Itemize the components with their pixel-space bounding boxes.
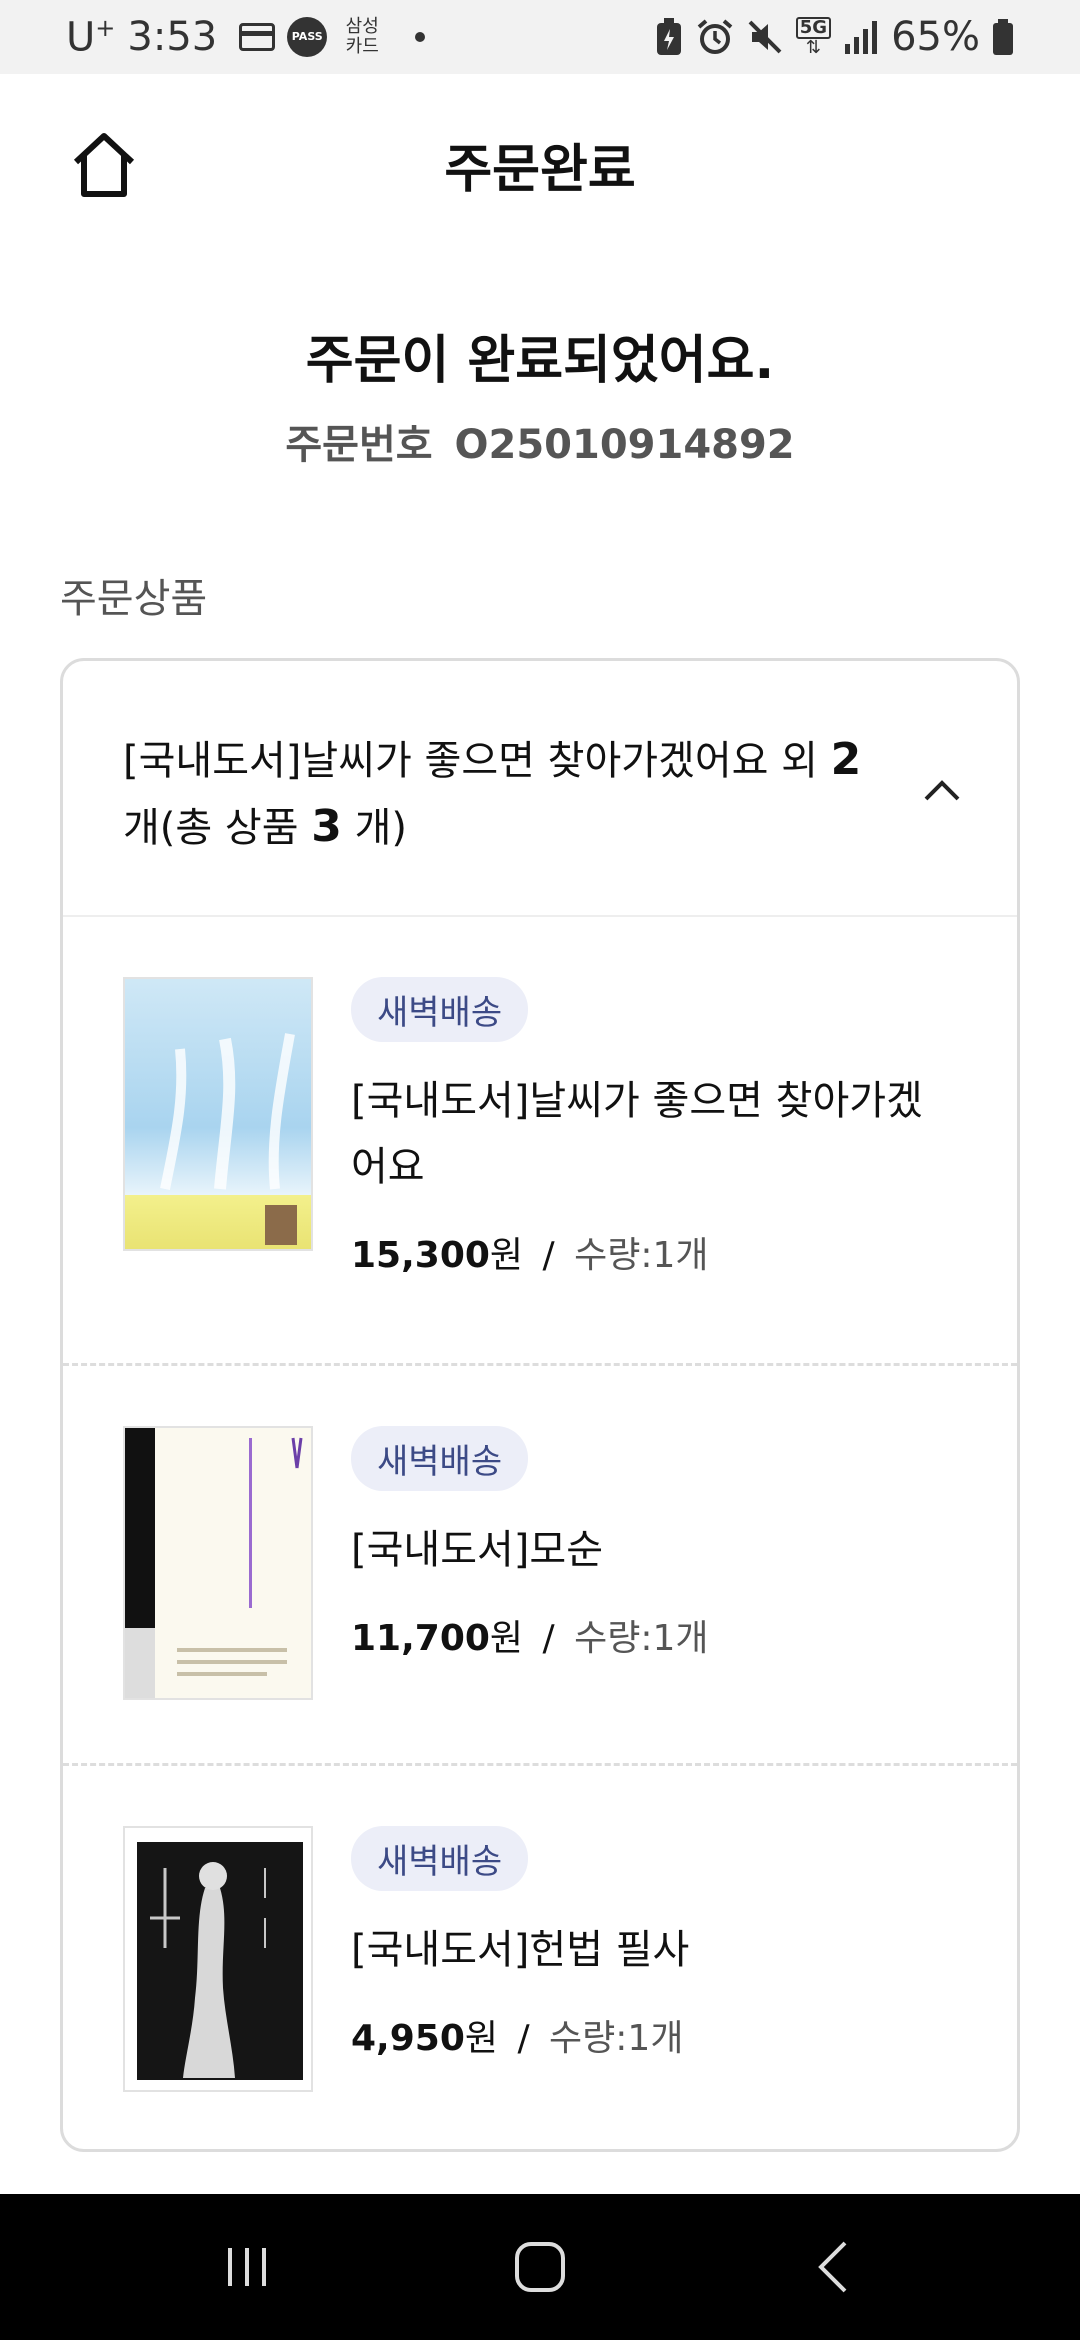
completion-message: 주문이 완료되었어요. (305, 331, 775, 391)
status-left: U+ 3:53 PASS 삼성 카드 (66, 13, 426, 60)
list-item[interactable]: 새벽배송 [국내도서]모순 11,700원 / 수량:1개 (63, 1363, 1017, 1763)
page-title: 주문완료 (444, 139, 636, 200)
home-icon (73, 133, 135, 197)
delivery-badge: 새벽배송 (351, 1826, 529, 1891)
carrier-label: U+ (66, 14, 115, 60)
ordered-items-label: 주문상품 (60, 576, 208, 622)
item-price-row: 11,700원 / 수량:1개 (351, 1609, 941, 1661)
price-separator: / (542, 1618, 555, 1659)
item-title[interactable]: [국내도서]헌법 필사 (351, 1917, 941, 1983)
cover-art (160, 1033, 297, 1245)
notification-dot-icon (415, 31, 426, 42)
recent-apps-button[interactable] (202, 2222, 292, 2312)
app-header: 주문완료 (0, 74, 1080, 254)
item-title[interactable]: [국내도서]날씨가 좋으면 찾아가겠어요 (351, 1068, 941, 1200)
battery-saver-icon (656, 18, 681, 55)
home-button[interactable] (64, 124, 144, 204)
item-price: 4,950 (351, 2018, 465, 2059)
samsung-card-icon: 삼성 카드 (339, 15, 385, 57)
back-button[interactable] (788, 2222, 878, 2312)
nav-home-button[interactable] (495, 2222, 585, 2312)
recent-apps-icon (227, 2248, 266, 2286)
order-number-label: 주문번호 (285, 422, 433, 468)
book-cover-image (123, 1826, 313, 2092)
card-icon (239, 22, 276, 51)
item-quantity: 수량:1개 (574, 1618, 709, 1659)
network-5g-icon: 5G ⇅ (795, 17, 832, 57)
item-price: 15,300 (351, 1235, 490, 1276)
signal-icon (845, 21, 878, 54)
delivery-badge: 새벽배송 (351, 1426, 529, 1491)
pass-icon: PASS (287, 16, 328, 57)
summary-middle: 개(총 상품 (123, 805, 312, 851)
item-quantity: 수량:1개 (549, 2018, 684, 2059)
summary-total-count: 3 (311, 801, 342, 852)
samsung-card-line2: 카드 (345, 35, 379, 57)
list-item[interactable]: 새벽배송 [국내도서]날씨가 좋으면 찾아가겠어요 15,300원 / 수량:1… (63, 917, 1017, 1363)
list-item[interactable]: 새벽배송 [국내도서]헌법 필사 4,950원 / 수량:1개 (63, 1763, 1017, 2149)
battery-percent: 65% (891, 14, 980, 60)
alarm-icon (697, 19, 733, 54)
summary-extra-count: 2 (830, 734, 862, 785)
price-separator: / (517, 2018, 530, 2059)
item-price-row: 15,300원 / 수량:1개 (351, 1226, 941, 1278)
item-title[interactable]: [국내도서]모순 (351, 1517, 941, 1583)
item-price-row: 4,950원 / 수량:1개 (351, 2009, 941, 2061)
back-icon (818, 2241, 847, 2293)
delivery-badge: 새벽배송 (351, 977, 529, 1042)
order-number-value: O25010914892 (454, 422, 795, 468)
item-quantity: 수량:1개 (574, 1235, 709, 1276)
summary-prefix: [국내도서]날씨가 좋으면 찾아가겠어요 외 (123, 738, 831, 784)
cover-art (137, 1842, 303, 2080)
item-info: 새벽배송 [국내도서]날씨가 좋으면 찾아가겠어요 15,300원 / 수량:1… (351, 977, 941, 1363)
order-number-row: 주문번호 O25010914892 (0, 412, 1080, 470)
mute-icon (748, 20, 782, 54)
item-currency: 원 (489, 1618, 524, 1659)
summary-suffix: 개) (341, 805, 407, 851)
carrier-plus: + (95, 13, 116, 42)
collapse-button[interactable] (917, 765, 967, 815)
nav-home-icon (514, 2242, 565, 2292)
order-summary-header[interactable]: [국내도서]날씨가 좋으면 찾아가겠어요 외 2 개(총 상품 3 개) (63, 661, 1017, 917)
chevron-up-icon (924, 780, 960, 801)
item-price: 11,700 (351, 1618, 490, 1659)
samsung-card-line1: 삼성 (345, 15, 379, 37)
status-time: 3:53 (127, 13, 218, 60)
status-right: 5G ⇅ 65% (654, 14, 1014, 60)
battery-icon (993, 19, 1013, 55)
item-info: 새벽배송 [국내도서]헌법 필사 4,950원 / 수량:1개 (351, 1826, 941, 2149)
system-nav-bar (0, 2194, 1080, 2340)
book-cover-image (123, 977, 313, 1251)
item-currency: 원 (489, 1235, 524, 1276)
network-label: 5G (795, 17, 832, 39)
book-cover-image (123, 1426, 313, 1700)
status-bar: U+ 3:53 PASS 삼성 카드 5G ⇅ 65% (0, 0, 1080, 74)
price-separator: / (542, 1235, 555, 1276)
item-info: 새벽배송 [국내도서]모순 11,700원 / 수량:1개 (351, 1426, 941, 1763)
carrier-text: U (66, 14, 96, 61)
item-currency: 원 (464, 2018, 498, 2059)
order-items-card: [국내도서]날씨가 좋으면 찾아가겠어요 외 2 개(총 상품 3 개) 새벽배… (60, 658, 1020, 2152)
cover-art (125, 1428, 303, 1698)
